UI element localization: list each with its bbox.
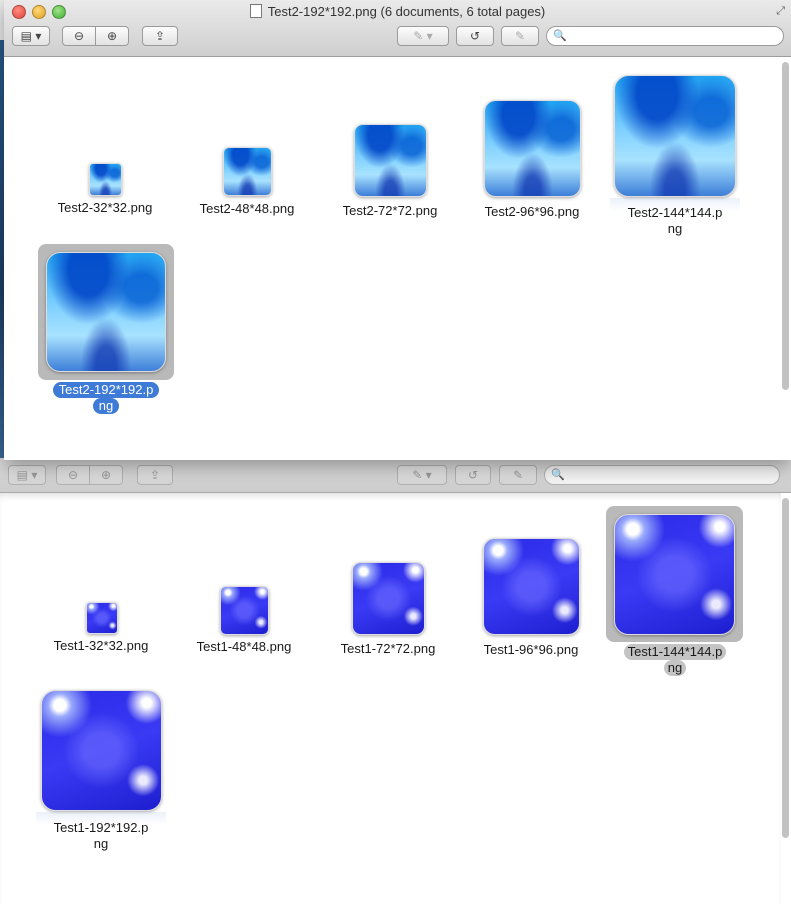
document-label: Test1-192*192.p ng xyxy=(36,820,166,852)
document-label: Test2-72*72.png xyxy=(342,203,438,218)
document-label: Test1-32*32.png xyxy=(53,638,149,653)
document-label: Test2-32*32.png xyxy=(57,200,153,215)
rotate-button[interactable]: ↺ xyxy=(456,26,494,46)
thumbnail-image[interactable] xyxy=(86,602,118,634)
thumbnail-image[interactable] xyxy=(223,147,272,196)
thumbnail-image[interactable] xyxy=(483,538,580,635)
document-label: Test2-144*144.p ng xyxy=(610,205,740,237)
selected-label-line: Test2-192*192.p xyxy=(52,382,160,398)
document-label: Test1-144*144.p ng xyxy=(610,644,740,676)
thumbnail-image[interactable] xyxy=(354,124,427,197)
edit-toolbar-button[interactable]: ✎ xyxy=(501,26,539,46)
document-label-line: ng xyxy=(93,836,109,851)
document-label: Test1-48*48.png xyxy=(196,639,292,654)
thumbnail-grid-front: Test2-32*32.png Test2-48*48.png Test2-72… xyxy=(4,57,781,460)
zoom-out-button[interactable]: ⊖ xyxy=(56,465,90,485)
thumbnail-image[interactable] xyxy=(614,75,736,197)
sidebar-toggle-button[interactable]: ▤ ▾ xyxy=(8,465,46,485)
zoom-out-button[interactable]: ⊖ xyxy=(62,26,96,46)
document-label: Test2-96*96.png xyxy=(484,204,580,219)
share-button[interactable]: ⇪ xyxy=(142,26,178,46)
thumbnail-image[interactable] xyxy=(352,562,425,635)
search-icon: 🔍 xyxy=(551,469,565,481)
thumbnail-image[interactable] xyxy=(614,514,735,635)
annotate-button[interactable]: ✎ ▾ xyxy=(397,465,447,485)
zoom-in-button[interactable]: ⊕ xyxy=(89,465,123,485)
document-label-line: ng xyxy=(667,221,683,236)
document-label: Test2-48*48.png xyxy=(199,201,295,216)
edit-toolbar-button[interactable]: ✎ xyxy=(499,465,537,485)
preview-window-back: ▤ ▾ ⊖ ⊕ ⇪ ✎ ▾ ↺ ✎ 🔍 Test1-32*32.png Test… xyxy=(0,458,791,904)
title-bar: Test2-192*192.png (6 documents, 6 total … xyxy=(4,0,791,57)
selected-label-line: Test1-144*144.p xyxy=(623,644,727,660)
document-label: Test1-96*96.png xyxy=(483,642,579,657)
thumbnail-image[interactable] xyxy=(89,163,122,196)
document-label: Test1-72*72.png xyxy=(340,641,436,656)
document-label: Test2-192*192.p ng xyxy=(40,382,172,414)
thumbnail-grid-back: Test1-32*32.png Test1-48*48.png Test1-72… xyxy=(0,493,781,904)
sidebar-toggle-button[interactable]: ▤ ▾ xyxy=(12,26,50,46)
window-title-container: Test2-192*192.png (6 documents, 6 total … xyxy=(4,4,791,19)
share-button[interactable]: ⇪ xyxy=(137,465,173,485)
search-field[interactable]: 🔍 xyxy=(544,465,780,485)
toolbar: ▤ ▾ ⊖ ⊕ ⇪ ✎ ▾ ↺ ✎ 🔍 xyxy=(0,458,791,493)
zoom-in-button[interactable]: ⊕ xyxy=(95,26,129,46)
fullscreen-icon[interactable]: ⤢ xyxy=(776,5,785,18)
search-icon: 🔍 xyxy=(553,30,567,42)
thumbnail-image[interactable] xyxy=(41,690,162,811)
document-label-line: Test1-192*192.p xyxy=(53,820,149,835)
selected-label-line: ng xyxy=(663,660,687,676)
search-field[interactable]: 🔍 xyxy=(546,26,784,46)
annotate-button[interactable]: ✎ ▾ xyxy=(397,26,449,46)
thumbnail-image[interactable] xyxy=(484,100,581,197)
window-title: Test2-192*192.png (6 documents, 6 total … xyxy=(267,4,546,19)
thumbnail-image[interactable] xyxy=(220,586,269,635)
document-icon[interactable] xyxy=(249,4,262,18)
preview-window-front: Test2-192*192.png (6 documents, 6 total … xyxy=(4,0,791,460)
document-label-line: Test2-144*144.p xyxy=(627,205,723,220)
selected-label-line: ng xyxy=(92,398,120,414)
thumbnail-image[interactable] xyxy=(46,252,166,372)
rotate-button[interactable]: ↺ xyxy=(455,465,491,485)
vertical-scrollbar[interactable] xyxy=(782,498,789,838)
vertical-scrollbar[interactable] xyxy=(782,62,789,390)
